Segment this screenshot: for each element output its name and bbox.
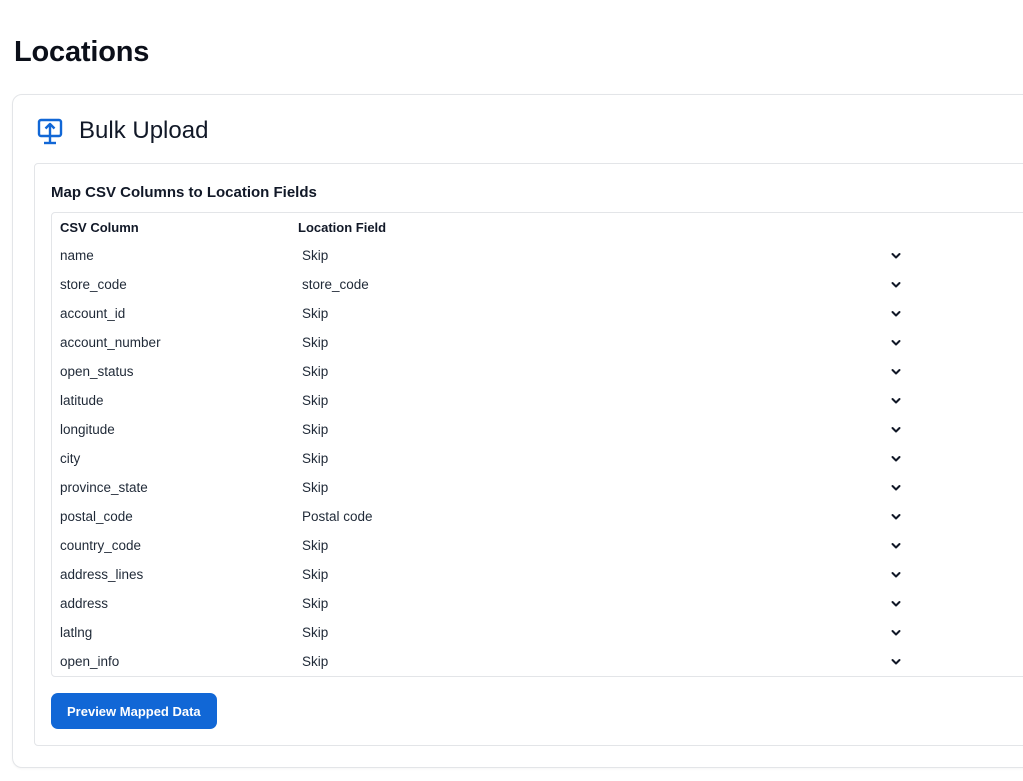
chevron-down-icon — [890, 597, 902, 609]
location-field-select[interactable]: Skip — [298, 388, 902, 413]
location-field-value: Skip — [302, 480, 329, 495]
location-field-value: Skip — [302, 248, 329, 263]
location-field-value: Skip — [302, 654, 329, 669]
location-field-select[interactable]: Skip — [298, 620, 902, 645]
upload-icon — [37, 117, 63, 145]
location-field-value: Skip — [302, 393, 329, 408]
csv-column-name: store_code — [60, 277, 127, 292]
table-row: postal_code Postal code — [52, 502, 1023, 531]
csv-column-name: city — [60, 451, 81, 466]
location-field-select[interactable]: Skip — [298, 417, 902, 442]
location-field-value: Skip — [302, 567, 329, 582]
location-field-select[interactable]: Skip — [298, 359, 902, 384]
csv-column-name: name — [60, 248, 94, 263]
location-field-select[interactable]: store_code — [298, 272, 902, 297]
table-row: latitude Skip — [52, 386, 1023, 415]
chevron-down-icon — [890, 539, 902, 551]
table-header: CSV Column Location Field — [52, 213, 1023, 241]
csv-column-name: open_status — [60, 364, 134, 379]
page-title: Locations — [14, 36, 150, 68]
csv-column-name: province_state — [60, 480, 148, 495]
table-row: address Skip — [52, 589, 1023, 618]
csv-column-name: postal_code — [60, 509, 133, 524]
table-row: open_status Skip — [52, 357, 1023, 386]
csv-column-name: address_lines — [60, 567, 144, 582]
table-row: latlng Skip — [52, 618, 1023, 647]
chevron-down-icon — [890, 510, 902, 522]
chevron-down-icon — [890, 655, 902, 667]
location-field-value: Skip — [302, 364, 329, 379]
location-field-select[interactable]: Skip — [298, 446, 902, 471]
location-field-select[interactable]: Skip — [298, 649, 902, 674]
card-title: Bulk Upload — [79, 117, 209, 144]
preview-mapped-data-button[interactable]: Preview Mapped Data — [51, 693, 217, 729]
table-row: province_state Skip — [52, 473, 1023, 502]
location-field-value: Skip — [302, 596, 329, 611]
location-field-select[interactable]: Postal code — [298, 504, 902, 529]
table-row: name Skip — [52, 241, 1023, 270]
csv-column-name: longitude — [60, 422, 115, 437]
chevron-down-icon — [890, 394, 902, 406]
chevron-down-icon — [890, 452, 902, 464]
csv-column-name: latitude — [60, 393, 104, 408]
table-row: city Skip — [52, 444, 1023, 473]
chevron-down-icon — [890, 249, 902, 261]
table-row: address_lines Skip — [52, 560, 1023, 589]
location-field-value: Postal code — [302, 509, 373, 524]
chevron-down-icon — [890, 365, 902, 377]
location-field-select[interactable]: Skip — [298, 591, 902, 616]
table-row: longitude Skip — [52, 415, 1023, 444]
location-field-value: store_code — [302, 277, 369, 292]
header-location-field: Location Field — [298, 220, 387, 235]
chevron-down-icon — [890, 568, 902, 580]
csv-column-name: account_number — [60, 335, 161, 350]
chevron-down-icon — [890, 481, 902, 493]
chevron-down-icon — [890, 626, 902, 638]
mapping-table: CSV Column Location Field name Skip store_… — [51, 212, 1023, 677]
location-field-select[interactable]: Skip — [298, 330, 902, 355]
table-row: country_code Skip — [52, 531, 1023, 560]
location-field-select[interactable]: Skip — [298, 243, 902, 268]
location-field-value: Skip — [302, 422, 329, 437]
csv-column-name: open_info — [60, 654, 120, 669]
chevron-down-icon — [890, 278, 902, 290]
chevron-down-icon — [890, 423, 902, 435]
csv-column-name: address — [60, 596, 109, 611]
header-csv-column: CSV Column — [60, 220, 139, 235]
location-field-value: Skip — [302, 625, 329, 640]
chevron-down-icon — [890, 336, 902, 348]
location-field-select[interactable]: Skip — [298, 475, 902, 500]
table-row: open_info Skip — [52, 647, 1023, 676]
table-row: account_id Skip — [52, 299, 1023, 328]
mapping-title: Map CSV Columns to Location Fields — [51, 184, 317, 201]
location-field-select[interactable]: Skip — [298, 533, 902, 558]
csv-column-name: latlng — [60, 625, 93, 640]
card-header: Bulk Upload — [37, 117, 208, 145]
location-field-select[interactable]: Skip — [298, 301, 902, 326]
mapping-panel: Map CSV Columns to Location Fields CSV C… — [34, 163, 1023, 746]
chevron-down-icon — [890, 307, 902, 319]
location-field-value: Skip — [302, 306, 329, 321]
location-field-value: Skip — [302, 335, 329, 350]
bulk-upload-card: Bulk Upload Map CSV Columns to Location … — [12, 94, 1023, 768]
location-field-value: Skip — [302, 538, 329, 553]
table-row: account_number Skip — [52, 328, 1023, 357]
location-field-value: Skip — [302, 451, 329, 466]
csv-column-name: account_id — [60, 306, 126, 321]
location-field-select[interactable]: Skip — [298, 562, 902, 587]
csv-column-name: country_code — [60, 538, 142, 553]
table-row: store_code store_code — [52, 270, 1023, 299]
